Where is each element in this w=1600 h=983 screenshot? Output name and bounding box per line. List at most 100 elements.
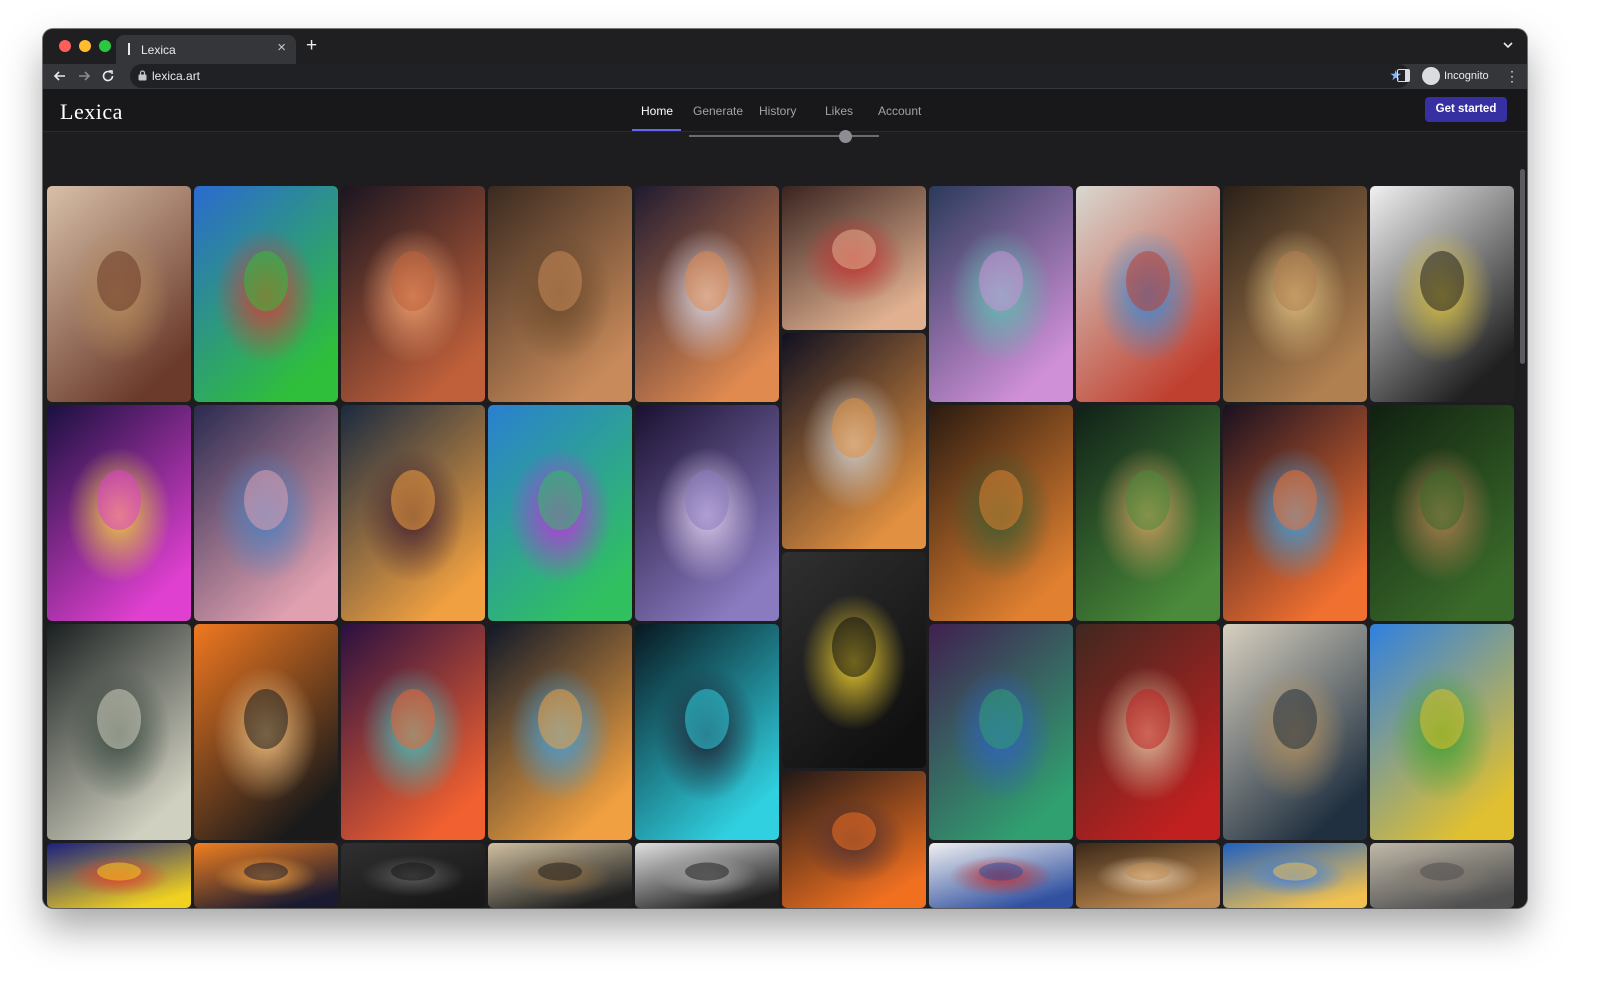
gallery-image[interactable] (635, 843, 779, 908)
gallery-image-art (635, 186, 779, 402)
tab-title: Lexica (141, 43, 176, 57)
gallery-image-art (1223, 186, 1367, 402)
gallery-image-art (47, 405, 191, 621)
gallery-image[interactable] (194, 843, 338, 908)
gallery-image-art (1076, 843, 1220, 908)
gallery-image-art (929, 843, 1073, 908)
gallery-image[interactable] (194, 405, 338, 621)
new-tab-icon[interactable]: + (306, 35, 317, 57)
gallery-image[interactable] (47, 624, 191, 840)
gallery-image[interactable] (1223, 405, 1367, 621)
tab-close-icon[interactable]: × (277, 40, 286, 56)
browser-window: Lexica × + lexica.art ★ Incognito ⋮ Lexi… (43, 29, 1527, 908)
gallery-image[interactable] (341, 843, 485, 908)
gallery-image[interactable] (47, 186, 191, 402)
gallery-image-art (341, 405, 485, 621)
gallery-image-art (635, 624, 779, 840)
gallery-image[interactable] (341, 405, 485, 621)
chevron-down-icon[interactable] (1501, 38, 1515, 52)
gallery-image[interactable] (782, 333, 926, 549)
gallery-image[interactable] (194, 186, 338, 402)
gallery-image-art (782, 186, 926, 330)
gallery-image[interactable] (1370, 186, 1514, 402)
nav-account[interactable]: Account (878, 104, 921, 118)
gallery-image[interactable] (782, 771, 926, 908)
zoom-slider-thumb[interactable] (839, 130, 852, 143)
gallery-image[interactable] (929, 624, 1073, 840)
logo[interactable]: Lexica (60, 99, 123, 125)
gallery-image[interactable] (1223, 624, 1367, 840)
scrollbar[interactable] (1520, 169, 1525, 364)
nav-generate[interactable]: Generate (693, 104, 743, 118)
gallery-image-art (194, 843, 338, 908)
gallery-image-art (488, 186, 632, 402)
gallery-image-art (341, 624, 485, 840)
gallery-image-art (47, 843, 191, 908)
gallery-image[interactable] (1223, 186, 1367, 402)
gallery-image-art (1223, 843, 1367, 908)
gallery-image-art (929, 624, 1073, 840)
side-panel-icon[interactable] (1397, 69, 1410, 82)
gallery-image-art (488, 624, 632, 840)
gallery-image-art (47, 624, 191, 840)
gallery-image-art (488, 405, 632, 621)
tab-strip: Lexica × + (43, 29, 1527, 64)
gallery-image[interactable] (488, 186, 632, 402)
gallery-image[interactable] (782, 186, 926, 330)
reload-icon[interactable] (99, 67, 117, 85)
gallery-image[interactable] (341, 186, 485, 402)
gallery-image-art (635, 405, 779, 621)
nav-home[interactable]: Home (641, 104, 673, 118)
gallery-image-art (782, 333, 926, 549)
gallery-image-art (1370, 843, 1514, 908)
nav-likes[interactable]: Likes (825, 104, 853, 118)
gallery-image[interactable] (1370, 624, 1514, 840)
gallery-image[interactable] (929, 405, 1073, 621)
gallery-image[interactable] (1076, 405, 1220, 621)
gallery-image[interactable] (635, 405, 779, 621)
gallery-image[interactable] (929, 843, 1073, 908)
gallery-image[interactable] (782, 552, 926, 768)
gallery-image-art (194, 186, 338, 402)
lexica-page: Lexica Home Generate History Likes Account G… (43, 89, 1527, 908)
minimize-window-button[interactable] (79, 40, 91, 52)
gallery-image[interactable] (1076, 843, 1220, 908)
nav-history[interactable]: History (759, 104, 796, 118)
gallery-image[interactable] (47, 405, 191, 621)
lock-icon[interactable] (138, 70, 147, 81)
gallery-image[interactable] (1223, 843, 1367, 908)
gallery-image-art (341, 843, 485, 908)
gallery-image[interactable] (929, 186, 1073, 402)
gallery-image-art (929, 405, 1073, 621)
gallery-image[interactable] (488, 405, 632, 621)
gallery-image-art (635, 843, 779, 908)
gallery-image-art (1223, 405, 1367, 621)
close-window-button[interactable] (59, 40, 71, 52)
gallery-image-art (1370, 624, 1514, 840)
maximize-window-button[interactable] (99, 40, 111, 52)
gallery-image[interactable] (194, 624, 338, 840)
back-icon[interactable] (51, 67, 69, 85)
gallery-image[interactable] (1076, 624, 1220, 840)
gallery-image[interactable] (488, 624, 632, 840)
address-bar[interactable]: lexica.art ★ (130, 64, 1410, 88)
profile-label[interactable]: Incognito (1444, 70, 1489, 82)
gallery-image[interactable] (341, 624, 485, 840)
gallery-image[interactable] (47, 843, 191, 908)
gallery-image[interactable] (1370, 405, 1514, 621)
forward-icon[interactable] (75, 67, 93, 85)
get-started-button[interactable]: Get started (1425, 97, 1507, 122)
gallery-image-art (782, 771, 926, 908)
browser-menu-icon[interactable]: ⋮ (1505, 68, 1519, 84)
gallery-image-art (194, 624, 338, 840)
app-header: Lexica Home Generate History Likes Account G… (43, 89, 1527, 132)
favicon-icon (128, 43, 130, 55)
gallery-image[interactable] (635, 186, 779, 402)
gallery-image[interactable] (1370, 843, 1514, 908)
gallery-image[interactable] (488, 843, 632, 908)
gallery-image[interactable] (635, 624, 779, 840)
gallery-image[interactable] (1076, 186, 1220, 402)
gallery-image-art (1370, 405, 1514, 621)
incognito-icon[interactable] (1422, 67, 1440, 85)
browser-tab[interactable]: Lexica × (116, 35, 296, 64)
